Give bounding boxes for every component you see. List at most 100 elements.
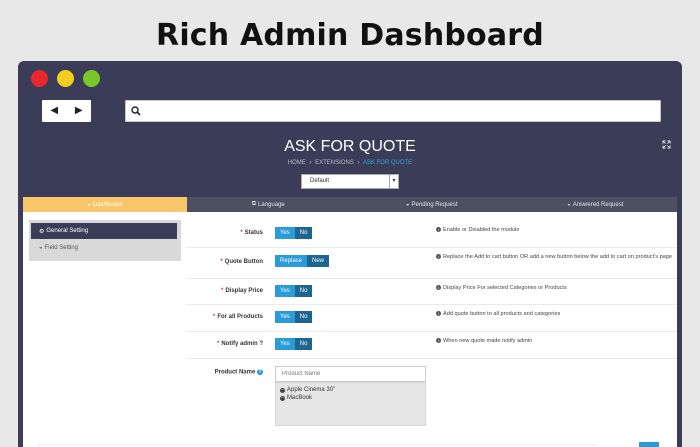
notify-admin-label: * Notify admin ? — [186, 341, 263, 347]
language-icon: ⧉ — [251, 201, 257, 207]
required-mark: * — [220, 288, 224, 294]
search-icon — [131, 106, 141, 116]
notify-admin-no-button[interactable]: No — [294, 338, 313, 350]
product-name-label: Product Name ? — [186, 369, 263, 376]
for-all-products-yes-button[interactable]: Yes — [275, 311, 295, 323]
hero-title: Rich Admin Dashboard — [156, 18, 544, 53]
language-select-value: Default — [310, 178, 330, 184]
notify-admin-yes-button[interactable]: Yes — [275, 338, 295, 350]
page-header: ASK FOR QUOTE HOME › EXTENSIONS › ASK FO… — [23, 134, 677, 197]
tab-bar: ◒ Dashboard ⧉ Language ◒ Pending Request… — [23, 197, 677, 212]
pending-icon: ◒ — [405, 201, 410, 208]
quote-button-toggle[interactable]: Replace New — [275, 255, 330, 267]
display-price-yes-button[interactable]: Yes — [275, 285, 295, 297]
display-price-label-text: Display Price — [225, 288, 263, 294]
breadcrumb-separator: › — [309, 160, 312, 166]
notify-admin-label-text: Notify admin ? — [221, 341, 263, 347]
for-all-products-row: * For all Products Yes No i Add quote butt… — [186, 305, 677, 332]
list-item: − Apple Cinema 30" — [280, 386, 421, 394]
breadcrumb-separator: › — [357, 160, 360, 166]
tab-label: Language — [258, 201, 285, 208]
quote-button-help: i Replace the Add to cart button OR add a… — [436, 253, 676, 261]
quote-button-label-text: Quote Button — [224, 259, 263, 265]
tab-label: Answered Request — [572, 201, 624, 208]
status-yes-button[interactable]: Yes — [275, 227, 295, 239]
notify-admin-toggle[interactable]: Yes No — [275, 338, 313, 350]
product-name-row: Product Name ? − Apple Cinema 30" − MacB… — [186, 359, 677, 447]
info-icon: i — [436, 254, 441, 260]
quote-button-help-text: Replace the Add to cart button OR add a … — [443, 254, 673, 260]
info-icon: i — [436, 338, 441, 344]
dashboard-icon: ◒ — [87, 201, 91, 208]
product-name-input[interactable] — [275, 366, 426, 382]
quote-button-label: * Quote Button — [186, 259, 263, 265]
for-all-products-help-text: Add quote button to all products and cat… — [443, 311, 561, 317]
for-all-products-toggle[interactable]: Yes No — [275, 311, 313, 323]
quote-button-new-button[interactable]: New — [307, 255, 330, 267]
product-item-label: Apple Cinema 30" — [287, 387, 336, 393]
required-mark: * — [220, 259, 223, 265]
display-price-row: * Display Price Yes No i Display Price For… — [186, 279, 677, 305]
info-icon: i — [436, 285, 441, 291]
quote-button-replace-button[interactable]: Replace — [275, 255, 308, 267]
status-label: * Status — [186, 230, 263, 236]
tab-label: Pending Request — [411, 201, 458, 208]
fullscreen-icon[interactable] — [662, 140, 671, 149]
scroll-top-button[interactable] — [639, 442, 659, 447]
for-all-products-label-text: For all Products — [217, 314, 263, 320]
info-icon: i — [436, 227, 441, 233]
info-icon: i — [436, 311, 441, 317]
answered-icon: ◒ — [567, 201, 571, 208]
status-help-text: Enable or Disabled the module — [443, 227, 520, 233]
required-mark: * — [216, 341, 220, 347]
for-all-products-help: i Add quote button to all products and ca… — [436, 310, 676, 318]
remove-icon[interactable]: − — [280, 387, 285, 393]
breadcrumb-home[interactable]: HOME — [288, 160, 306, 166]
tab-dashboard[interactable]: ◒ Dashboard — [23, 197, 187, 212]
status-label-text: Status — [244, 230, 263, 236]
browser-window: ◀ ▶ ASK FOR QUOTE HOME › EXTENSIONS › AS… — [18, 61, 682, 447]
remove-icon[interactable]: − — [280, 395, 285, 401]
address-bar[interactable] — [125, 100, 661, 122]
product-name-label-text: Product Name — [214, 369, 256, 376]
tab-pending-request[interactable]: ◒ Pending Request — [350, 197, 514, 212]
back-arrow-icon[interactable]: ◀ — [50, 106, 58, 116]
quote-button-row: * Quote Button Replace New i Replace the A… — [186, 248, 677, 279]
navigation-buttons: ◀ ▶ — [42, 100, 91, 122]
status-help: i Enable or Disabled the module — [436, 226, 676, 234]
minimize-window-dot[interactable] — [57, 70, 74, 87]
settings-sidebar: ⚙ General Setting ◒ Field Setting — [29, 220, 181, 261]
sidebar-item-general-setting[interactable]: ⚙ General Setting — [31, 223, 177, 239]
address-input[interactable] — [146, 103, 651, 119]
status-no-button[interactable]: No — [294, 227, 313, 239]
divider — [37, 444, 597, 445]
sidebar-item-field-setting[interactable]: ◒ Field Setting — [31, 240, 177, 256]
required-mark: * — [212, 314, 216, 320]
admin-page: ASK FOR QUOTE HOME › EXTENSIONS › ASK FO… — [23, 134, 677, 447]
tab-language[interactable]: ⧉ Language — [187, 197, 351, 212]
breadcrumb-extensions[interactable]: EXTENSIONS — [315, 160, 354, 166]
page-title: ASK FOR QUOTE — [284, 138, 416, 155]
display-price-no-button[interactable]: No — [294, 285, 313, 297]
field-icon: ◒ — [39, 245, 43, 251]
tab-answered-request[interactable]: ◒ Answered Request — [514, 197, 678, 212]
help-icon[interactable]: ? — [257, 369, 263, 375]
language-select[interactable]: Default ▾ — [301, 174, 399, 189]
list-item: − MacBook — [280, 394, 421, 402]
sidebar-item-label: General Setting — [46, 228, 89, 234]
for-all-products-label: * For all Products — [186, 314, 263, 320]
product-list: − Apple Cinema 30" − MacBook — [275, 382, 426, 426]
notify-admin-help: i When new quote made notify admin — [436, 337, 676, 345]
forward-arrow-icon[interactable]: ▶ — [75, 106, 83, 116]
notify-admin-help-text: When new quote made notify admin — [443, 338, 533, 344]
gear-icon: ⚙ — [39, 228, 45, 235]
for-all-products-no-button[interactable]: No — [294, 311, 313, 323]
close-window-dot[interactable] — [31, 70, 48, 87]
maximize-window-dot[interactable] — [83, 70, 100, 87]
status-toggle[interactable]: Yes No — [275, 227, 313, 239]
breadcrumb-current[interactable]: ASK FOR QUOTE — [363, 160, 412, 166]
tab-label: Dashboard — [92, 201, 123, 208]
display-price-help: i Display Price For selected Categories o… — [436, 284, 676, 292]
display-price-toggle[interactable]: Yes No — [275, 285, 313, 297]
status-row: * Status Yes No i Enable or Disabled the m… — [186, 220, 677, 248]
